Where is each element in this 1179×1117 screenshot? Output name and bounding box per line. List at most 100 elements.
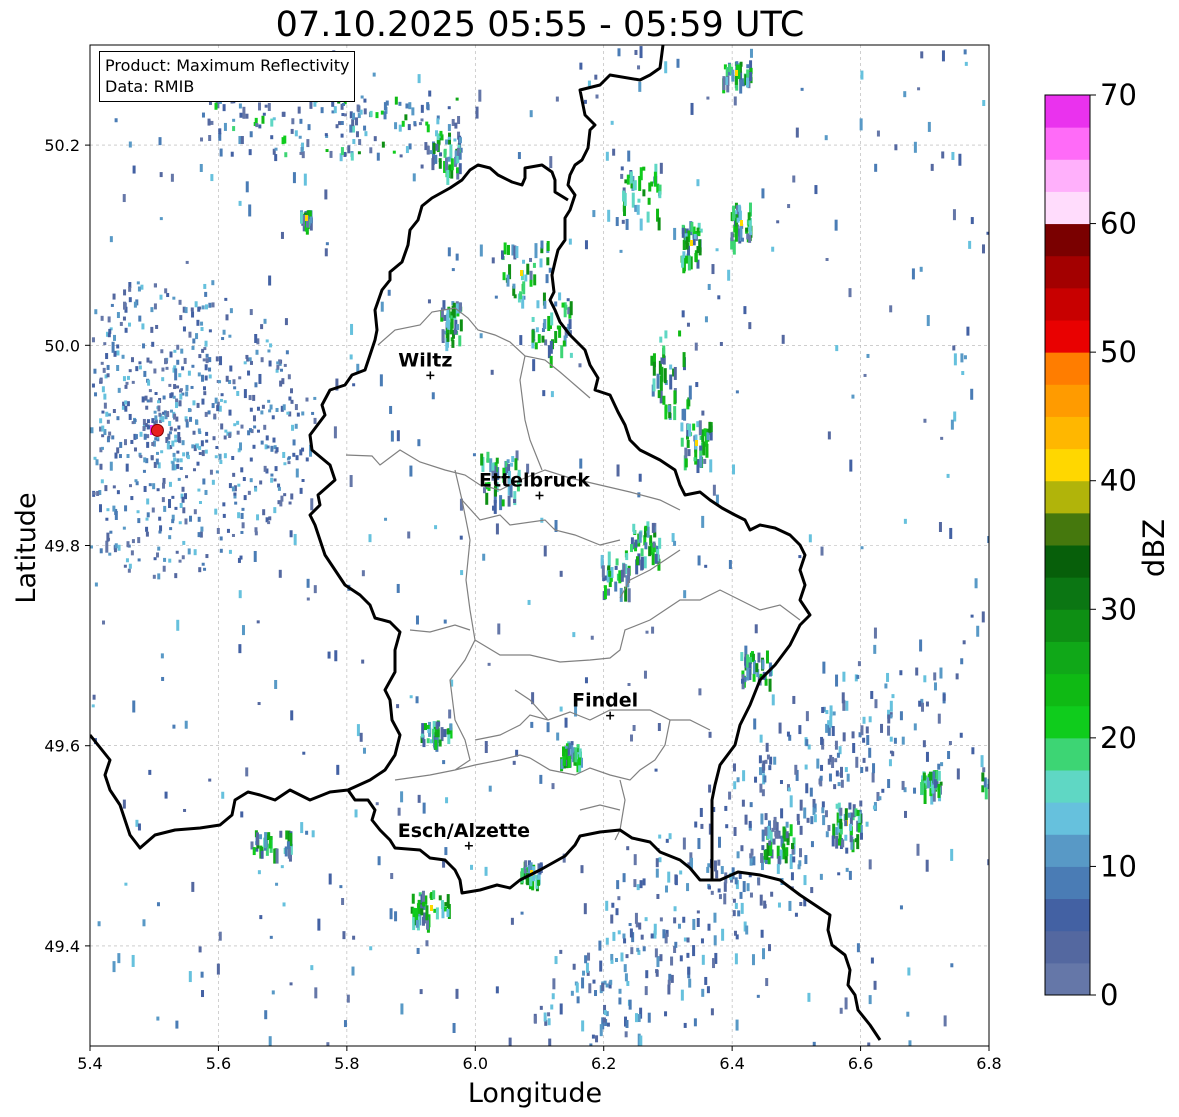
echo-pixel [112, 505, 116, 512]
echo-pixel [623, 938, 627, 944]
echo-pixel [893, 737, 897, 744]
colorbar-swatch [1045, 191, 1090, 225]
echo-pixel [259, 834, 263, 840]
echo-pixel [436, 118, 440, 125]
echo-pixel [317, 918, 321, 931]
echo-pixel [347, 145, 351, 154]
echo-pixel [527, 599, 531, 605]
echo-pixel [252, 415, 256, 422]
echo-pixel [272, 437, 276, 443]
echo-pixel [131, 380, 135, 384]
echo-pixel [116, 490, 120, 495]
echo-pixel [124, 327, 128, 333]
echo-pixel [232, 472, 236, 477]
echo-pixel [240, 811, 244, 818]
echo-pixel [600, 554, 604, 566]
echo-pixel [373, 136, 377, 142]
colorbar-swatch [1045, 930, 1090, 964]
echo-pixel [534, 243, 538, 259]
echo-pixel [740, 845, 744, 852]
echo-pixel [208, 778, 212, 782]
echo-pixel [871, 772, 875, 783]
echo-pixel [618, 570, 622, 584]
echo-pixel [942, 693, 946, 701]
echo-pixel [952, 209, 956, 221]
echo-pixel [196, 402, 200, 408]
echo-pixel [455, 253, 459, 261]
echo-pixel [617, 930, 621, 935]
echo-pixel [240, 424, 244, 429]
echo-pixel [758, 767, 762, 776]
echo-pixel [185, 384, 189, 391]
echo-pixel [204, 340, 208, 347]
echo-pixel [248, 149, 252, 156]
echo-pixel [998, 771, 1001, 780]
echo-pixel [121, 354, 125, 359]
echo-pixel [514, 458, 518, 471]
echo-pixel [122, 526, 126, 530]
echo-pixel [117, 953, 121, 964]
echo-pixel [166, 293, 170, 298]
echo-pixel [459, 535, 463, 540]
echo-pixel [761, 829, 765, 842]
echo-pixel [287, 461, 291, 465]
echo-pixel [654, 553, 658, 564]
echo-pixel [717, 295, 721, 300]
echo-pixel [359, 109, 363, 115]
echo-pixel [742, 770, 746, 782]
y-tick-label: 49.6 [44, 737, 80, 756]
echo-pixel [564, 304, 568, 310]
echo-pixel [114, 118, 118, 123]
echo-pixel [238, 103, 242, 109]
echo-pixel [420, 118, 424, 122]
echo-pixel [686, 952, 690, 958]
echo-pixel [150, 326, 154, 333]
echo-pixel [207, 410, 211, 415]
echo-pixel [736, 217, 740, 223]
echo-pixel [789, 795, 793, 808]
echo-pixel [452, 302, 456, 318]
echo-pixel [155, 552, 159, 558]
echo-pixel [618, 997, 622, 1005]
echo-pixel [956, 768, 960, 780]
echo-pixel [184, 307, 188, 314]
echo-pixel [626, 981, 630, 987]
echo-pixel [145, 531, 149, 537]
echo-pixel [804, 855, 808, 865]
echo-pixel [614, 581, 618, 592]
echo-pixel [673, 227, 677, 240]
echo-pixel [263, 465, 267, 472]
echo-pixel [157, 546, 161, 551]
echo-pixel [208, 329, 212, 333]
echo-pixel [174, 573, 178, 579]
echo-pixel [271, 415, 275, 420]
echo-pixel [355, 117, 359, 126]
echo-pixel [143, 370, 147, 377]
echo-pixel [101, 410, 105, 414]
echo-pixel [688, 385, 692, 400]
echo-pixel [701, 954, 705, 965]
echo-pixel [692, 945, 696, 957]
echo-pixel [254, 487, 258, 492]
echo-pixel [107, 316, 111, 323]
echo-pixel [911, 268, 915, 280]
echo-pixel [647, 1012, 651, 1023]
echo-pixel [218, 405, 222, 412]
echo-pixel [342, 102, 346, 106]
echo-pixel [185, 391, 189, 397]
echo-pixel [242, 106, 246, 119]
echo-pixel [439, 130, 443, 136]
echo-pixel [584, 240, 588, 250]
echo-pixel [614, 565, 618, 570]
echo-pixel [639, 1035, 643, 1046]
echo-pixel [223, 453, 227, 459]
echo-pixel [176, 458, 180, 463]
echo-pixel [800, 87, 804, 91]
colorbar-swatch [1045, 320, 1090, 353]
echo-pixel [238, 376, 242, 380]
echo-pixel [443, 729, 447, 738]
echo-pixel [519, 335, 523, 346]
echo-pixel [995, 784, 998, 799]
echo-pixel [662, 929, 666, 939]
echo-pixel [990, 775, 993, 781]
